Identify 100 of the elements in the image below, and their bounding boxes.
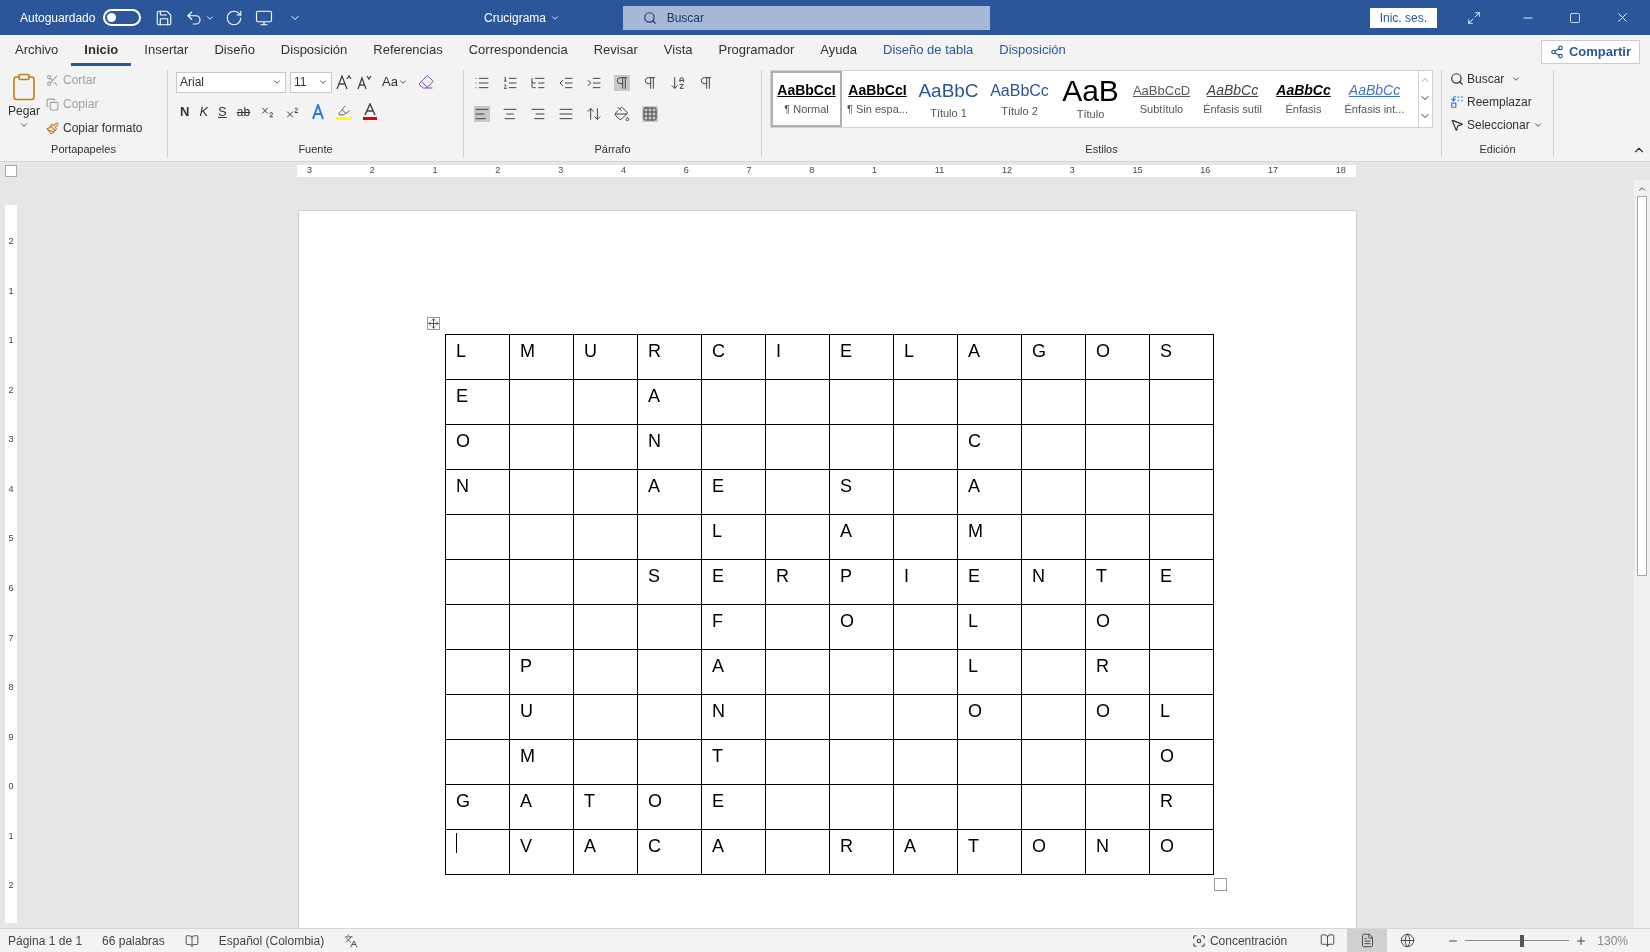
style-gallery-item[interactable]: AaBbCcD Subtítulo: [1126, 71, 1197, 127]
document-title[interactable]: Crucigrama: [484, 8, 561, 27]
change-case-button[interactable]: Aa: [382, 72, 408, 92]
close-icon[interactable]: [1615, 10, 1630, 25]
crossword-letter: R: [1096, 656, 1109, 676]
ribbon-tab[interactable]: Referencias: [360, 36, 456, 66]
presentation-icon[interactable]: [255, 8, 274, 27]
numbering-icon[interactable]: [502, 75, 518, 91]
scissors-icon: [46, 73, 60, 87]
undo-icon[interactable]: [185, 8, 204, 27]
style-gallery-item[interactable]: AaB Título: [1055, 71, 1126, 127]
crossword-letter: O: [1160, 836, 1174, 856]
search-field[interactable]: Buscar: [622, 5, 990, 30]
style-gallery-item[interactable]: AaBbCcI ¶ Sin espa...: [842, 71, 913, 127]
crossword-letter: R: [648, 341, 661, 361]
borders-icon[interactable]: [642, 106, 658, 122]
text-effects-icon[interactable]: [310, 104, 327, 120]
vertical-ruler: 2 1 1 2 3 4 5 6 7 8 9 0 1 2: [5, 205, 17, 923]
bold-button[interactable]: N: [180, 102, 190, 122]
crossword-letter: E: [712, 566, 724, 586]
focus-button[interactable]: Concentración: [1191, 931, 1288, 950]
zoom-thumb[interactable]: [1520, 934, 1525, 947]
ribbon-tab[interactable]: Disposición: [986, 36, 1079, 66]
multilevel-list-icon[interactable]: [530, 75, 546, 91]
justify-icon[interactable]: [558, 106, 574, 122]
show-marks-icon[interactable]: [698, 75, 714, 91]
decrease-indent-icon[interactable]: [558, 75, 574, 91]
ribbon-tab[interactable]: Diseño de tabla: [870, 36, 987, 66]
scroll-up-icon[interactable]: [1637, 184, 1647, 194]
style-gallery-item[interactable]: AaBbCc Énfasis sutil: [1197, 71, 1268, 127]
crossword-letter: O: [648, 791, 662, 811]
maximize-icon[interactable]: [1569, 11, 1581, 24]
save-icon[interactable]: [155, 8, 174, 27]
shrink-font-icon[interactable]: [356, 74, 372, 90]
vertical-scrollbar[interactable]: [1634, 180, 1650, 928]
grow-font-icon[interactable]: [336, 74, 352, 90]
style-gallery-item[interactable]: AaBbCc Énfasis int...: [1339, 71, 1410, 127]
crossword-letter: T: [1096, 566, 1107, 586]
crossword-letter: M: [968, 521, 983, 541]
sort-icon[interactable]: [670, 75, 686, 91]
line-spacing-icon[interactable]: [586, 106, 602, 122]
ribbon-tab[interactable]: Programador: [705, 36, 808, 66]
crossword-letter: N: [712, 701, 725, 721]
bullets-icon[interactable]: [474, 75, 490, 91]
crossword-letter: O: [1160, 746, 1174, 766]
align-left-icon[interactable]: [474, 106, 490, 122]
ribbon-tab[interactable]: Revisar: [580, 36, 651, 66]
ribbon-tab[interactable]: Vista: [650, 36, 706, 66]
style-gallery-item[interactable]: AaBbCc Énfasis: [1268, 71, 1339, 127]
table-resize-handle[interactable]: [1214, 878, 1227, 891]
autosave-toggle[interactable]: [103, 9, 142, 26]
superscript-icon[interactable]: [285, 104, 301, 120]
format-painter-button[interactable]: Copiar formato: [46, 119, 143, 137]
increase-indent-icon[interactable]: [586, 75, 602, 91]
italic-button[interactable]: K: [199, 102, 209, 122]
redo-icon[interactable]: [225, 8, 244, 27]
style-gallery-item[interactable]: AaBbC Título 1: [913, 71, 984, 127]
find-button[interactable]: Buscar: [1450, 70, 1545, 88]
ribbon-tab[interactable]: Insertar: [131, 36, 202, 66]
crossword-letter: R: [840, 836, 853, 856]
font-size-field[interactable]: 11: [290, 71, 332, 93]
table-move-handle-icon[interactable]: [427, 317, 440, 330]
font-color-icon[interactable]: [362, 103, 379, 121]
clear-format-icon[interactable]: [417, 74, 434, 90]
word-count: 66 palabras: [102, 932, 165, 950]
crossword-letter: U: [520, 701, 533, 721]
ribbon-tab[interactable]: Correspondencia: [455, 36, 581, 66]
style-gallery-item[interactable]: AaBbCc Título 2: [984, 71, 1055, 127]
ribbon-tab[interactable]: Disposición: [267, 36, 361, 66]
select-button[interactable]: Seleccionar: [1450, 116, 1545, 134]
subscript-icon[interactable]: [260, 104, 276, 120]
share-button[interactable]: Compartir: [1540, 40, 1640, 64]
highlighter-icon[interactable]: [336, 104, 353, 120]
strikethrough-button[interactable]: ab: [236, 103, 251, 121]
zoom-slider[interactable]: [1465, 934, 1570, 947]
crossword-letter: I: [904, 566, 909, 586]
crossword-letter: S: [840, 476, 852, 496]
ribbon-tab[interactable]: Archivo: [2, 36, 72, 66]
paste-button[interactable]: Pegar: [8, 70, 41, 141]
ribbon-tab[interactable]: Diseño: [201, 36, 268, 66]
style-gallery-item[interactable]: AaBbCcI ¶ Normal: [771, 71, 842, 127]
font-family-field[interactable]: Arial: [176, 71, 286, 93]
underline-button[interactable]: S: [218, 102, 227, 122]
sign-in-button[interactable]: Inic. ses.: [1369, 7, 1437, 28]
language-label: Español (Colombia): [218, 932, 325, 950]
crossword-letter: O: [1096, 611, 1110, 631]
view-mode-button[interactable]: [1347, 928, 1388, 952]
crossword-letter: A: [904, 836, 916, 856]
align-right-icon[interactable]: [530, 106, 546, 122]
replace-button[interactable]: Reemplazar: [1450, 93, 1545, 111]
ribbon-tab[interactable]: Ayuda: [807, 36, 870, 66]
shading-icon[interactable]: [614, 106, 630, 122]
zoom-in-icon[interactable]: [1575, 934, 1588, 947]
search-icon: [1450, 72, 1464, 86]
group-label: Portapapeles: [50, 141, 117, 157]
copy-icon: [46, 97, 60, 111]
proofing-icon[interactable]: [184, 933, 199, 948]
crossword-letter: L: [904, 341, 914, 361]
crossword-letter: S: [648, 566, 660, 586]
align-center-icon[interactable]: [502, 106, 518, 122]
